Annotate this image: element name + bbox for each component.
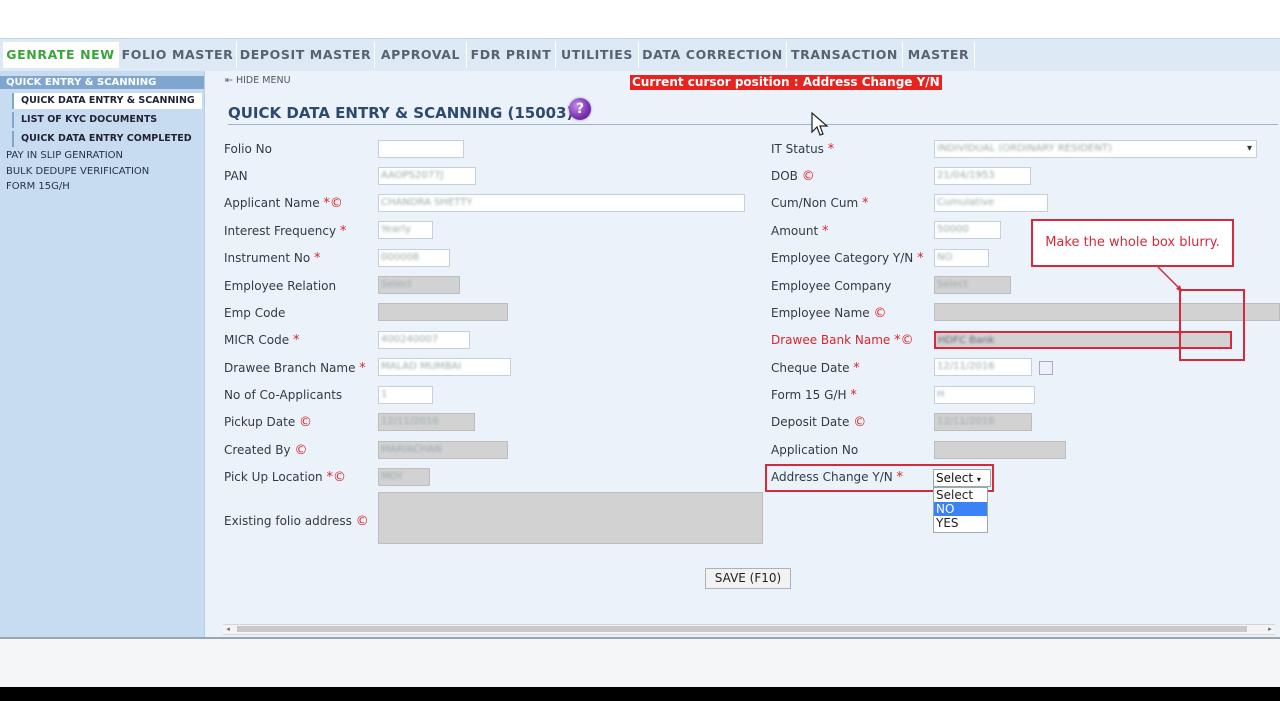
label-folio-no: Folio No [224,142,272,156]
emp-code-input[interactable] [378,303,508,321]
sidebar-item-list-kyc-documents[interactable]: LIST OF KYC DOCUMENTS [12,112,202,128]
tab-master[interactable]: MASTER [903,42,975,68]
employee-relation-select[interactable]: Select [378,276,460,294]
label-no-of-co-applicants: No of Co-Applicants [224,388,343,402]
cheque-date-input[interactable]: 12/11/2016 [934,358,1032,376]
label-pan: PAN [224,169,248,183]
form-15gh-select[interactable]: H [934,386,1035,404]
annotation-callout: Make the whole box blurry. [1031,219,1234,267]
tab-data-correction[interactable]: DATA CORRECTION [639,42,787,68]
address-change-select[interactable]: Select ▾ [933,469,991,487]
label-interest-frequency: Interest Frequency * [224,224,347,239]
it-status-select[interactable]: INDIVIDUAL (ORDINARY RESIDENT) ▾ [934,140,1257,158]
label-emp-code: Emp Code [224,306,286,320]
tab-utilities[interactable]: UTILITIES [556,42,639,68]
title-divider [228,124,1278,125]
tab-genrate-new[interactable]: GENRATE NEW [3,42,119,68]
dropdown-option-select[interactable]: Select [934,488,987,502]
label-pick-up-location: Pick Up Location *© [224,470,346,485]
employee-category-select[interactable]: NO [934,249,989,267]
label-amount: Amount * [771,224,829,239]
sidebar-item-form-15gh[interactable]: FORM 15G/H [0,181,70,192]
tab-deposit-master[interactable]: DEPOSIT MASTER [237,42,375,68]
mouse-cursor-icon [811,112,829,136]
dropdown-option-no[interactable]: NO [934,502,987,516]
sidebar-item-quick-entry-scanning[interactable]: QUICK ENTRY & SCANNING [0,76,204,89]
amount-input[interactable]: 50000 [934,221,1001,239]
label-employee-relation: Employee Relation [224,279,337,293]
employee-company-select[interactable]: Select [934,276,1011,294]
bottom-strip [0,637,1280,689]
label-employee-category: Employee Category Y/N * [771,251,924,266]
label-application-no: Application No [771,443,859,457]
tab-approval[interactable]: APPROVAL [375,42,467,68]
label-instrument-no: Instrument No * [224,251,321,266]
save-button[interactable]: SAVE (F10) [705,568,791,589]
label-existing-folio-address: Existing folio address © [224,514,369,529]
tab-transaction[interactable]: TRANSACTION [787,42,903,68]
tab-folio-master[interactable]: FOLIO MASTER [119,42,237,68]
label-pickup-date: Pickup Date © [224,415,313,430]
main-nav: GENRATE NEW FOLIO MASTER DEPOSIT MASTER … [0,38,1280,72]
label-employee-name: Employee Name © [771,306,887,321]
label-cum-non-cum: Cum/Non Cum * [771,196,869,211]
existing-folio-address-textarea[interactable] [378,492,763,544]
annotation-target-box [1179,289,1245,361]
label-drawee-branch-name: Drawee Branch Name * [224,361,366,376]
label-cheque-date: Cheque Date * [771,361,860,376]
label-drawee-bank-name: Drawee Bank Name *© [771,333,914,348]
help-icon[interactable]: ? [569,98,591,120]
interest-frequency-select[interactable]: Yearly [378,221,433,239]
deposit-date-input[interactable]: 12/11/2016 [934,413,1032,431]
sidebar-item-bulk-dedupe[interactable]: BULK DEDUPE VERIFICATION [0,166,149,177]
application-no-input[interactable] [934,441,1066,459]
calendar-icon[interactable] [1039,361,1053,375]
horizontal-scrollbar[interactable]: ◂ ▸ [223,624,1275,635]
instrument-no-input[interactable]: 000008 [378,249,450,267]
pickup-date-input[interactable]: 12/11/2016 [378,413,475,431]
scrollbar-thumb[interactable] [237,626,1247,632]
sidebar-item-quick-data-entry-completed[interactable]: QUICK DATA ENTRY COMPLETED [12,131,202,147]
scroll-right-icon[interactable]: ▸ [1265,625,1275,634]
main-content: ⇤ HIDE MENU Current cursor position : Ad… [205,71,1280,637]
dob-input[interactable]: 21/04/1953 [934,167,1031,185]
sidebar: QUICK ENTRY & SCANNING QUICK DATA ENTRY … [0,71,205,637]
co-applicants-select[interactable]: 1 [378,386,433,404]
label-deposit-date: Deposit Date © [771,415,867,430]
app-window: GENRATE NEW FOLIO MASTER DEPOSIT MASTER … [0,0,1280,701]
label-created-by: Created By © [224,443,308,458]
sidebar-item-quick-data-entry-scanning[interactable]: QUICK DATA ENTRY & SCANNING [12,93,202,109]
label-it-status: IT Status * [771,142,835,157]
address-change-dropdown: Select NO YES [933,487,988,533]
micr-code-input[interactable]: 400240007 [378,331,470,349]
scroll-left-icon[interactable]: ◂ [223,625,233,634]
bottom-black-bar [0,687,1280,701]
label-dob: DOB © [771,169,815,184]
drawee-branch-name-select[interactable]: MALAD MUMBAI [378,358,511,376]
applicant-name-input[interactable]: CHANDRA SHETTY [378,194,745,212]
label-employee-company: Employee Company [771,279,892,293]
label-form-15gh: Form 15 G/H * [771,388,857,403]
pan-input[interactable]: AAOPS2077J [378,167,476,185]
hide-menu-link[interactable]: ⇤ HIDE MENU [225,75,291,86]
cursor-position-banner: Current cursor position : Address Change… [630,75,942,90]
sidebar-item-pay-in-slip[interactable]: PAY IN SLIP GENRATION [0,150,123,161]
folio-no-input[interactable] [378,140,464,158]
cum-non-cum-select[interactable]: Cumulative [934,194,1048,212]
top-blank-area [0,0,1280,38]
label-micr-code: MICR Code * [224,333,300,348]
created-by-input[interactable]: MARIACHAN [378,441,508,459]
tab-fdr-print[interactable]: FDR PRINT [467,42,556,68]
dropdown-option-yes[interactable]: YES [934,516,987,530]
pick-up-location-input[interactable]: MDY [378,468,430,486]
page-title: QUICK DATA ENTRY & SCANNING (15003) [228,104,574,122]
label-applicant-name: Applicant Name *© [224,196,343,211]
